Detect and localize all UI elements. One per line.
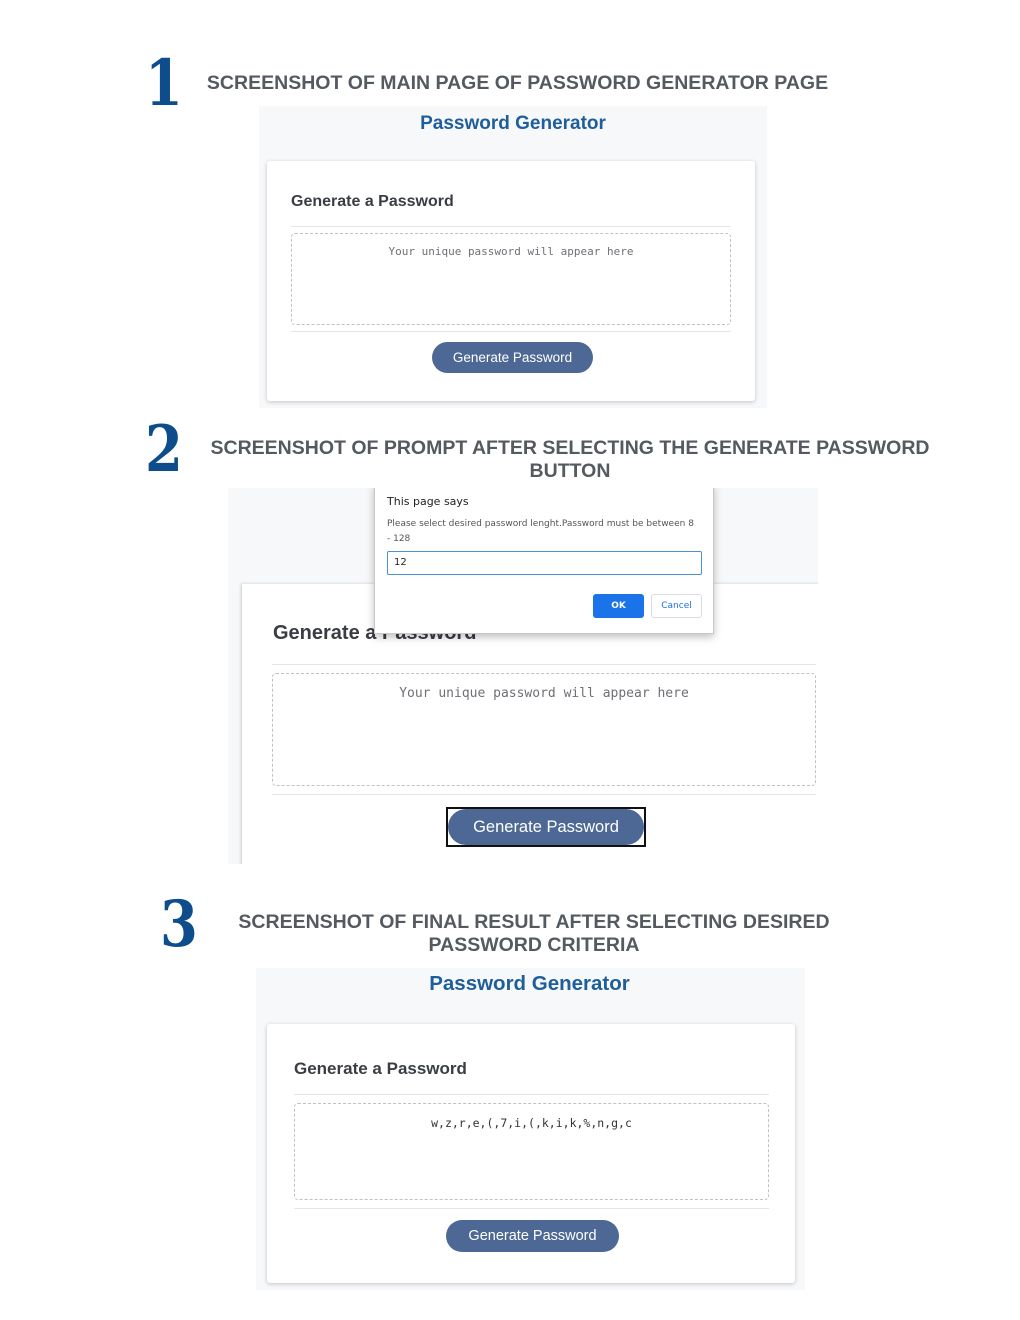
password-card: Generate a Password w,z,r,e,(,7,i,(,k,i,… — [267, 1024, 795, 1283]
section-2-heading-line1: SCREENSHOT OF PROMPT AFTER SELECTING THE… — [210, 437, 930, 459]
cancel-button[interactable]: Cancel — [651, 594, 702, 618]
screenshot-main-page: Password Generator Generate a Password Y… — [259, 106, 767, 408]
card-title: Generate a Password — [294, 1059, 467, 1078]
step-number-2: 2 — [145, 412, 183, 487]
app-title: Password Generator — [420, 113, 606, 134]
screenshot-final-result: Password Generator Generate a Password w… — [256, 968, 805, 1290]
password-length-input[interactable]: 12 — [387, 551, 702, 575]
section-3-heading-line2: PASSWORD CRITERIA — [428, 934, 640, 956]
section-2-heading-line2: BUTTON — [529, 460, 611, 482]
section-1-heading: SCREENSHOT OF MAIN PAGE OF PASSWORD GENE… — [206, 72, 829, 94]
section-3-heading-line1: SCREENSHOT OF FINAL RESULT AFTER SELECTI… — [238, 911, 830, 933]
generate-password-button[interactable]: Generate Password — [446, 1220, 619, 1252]
prompt-dialog: This page says Please select desired pas… — [374, 488, 714, 634]
divider — [294, 1208, 769, 1209]
divider — [294, 1094, 769, 1095]
step-number-1: 1 — [145, 46, 183, 121]
card-title: Generate a Password — [291, 193, 454, 210]
input-value: 12 — [394, 557, 407, 568]
generate-password-button[interactable]: Generate Password — [448, 809, 644, 845]
dialog-message: Please select desired password lenght.Pa… — [387, 519, 694, 544]
generate-password-button[interactable]: Generate Password — [432, 342, 593, 373]
screenshot-prompt: Generate a Password Your unique password… — [228, 488, 818, 864]
app-title: Password Generator — [429, 972, 630, 995]
password-card: Generate a Password Your unique password… — [267, 161, 755, 401]
step-number-3: 3 — [160, 887, 198, 962]
password-textarea[interactable]: Your unique password will appear here — [291, 233, 731, 325]
ok-button[interactable]: OK — [593, 594, 644, 618]
password-textarea[interactable]: Your unique password will appear here — [272, 673, 816, 786]
divider — [272, 664, 816, 665]
divider — [291, 226, 731, 227]
divider — [291, 331, 731, 332]
divider — [272, 794, 816, 795]
dialog-title: This page says — [387, 495, 469, 508]
password-output[interactable]: w,z,r,e,(,7,i,(,k,i,k,%,n,g,c — [294, 1103, 769, 1200]
